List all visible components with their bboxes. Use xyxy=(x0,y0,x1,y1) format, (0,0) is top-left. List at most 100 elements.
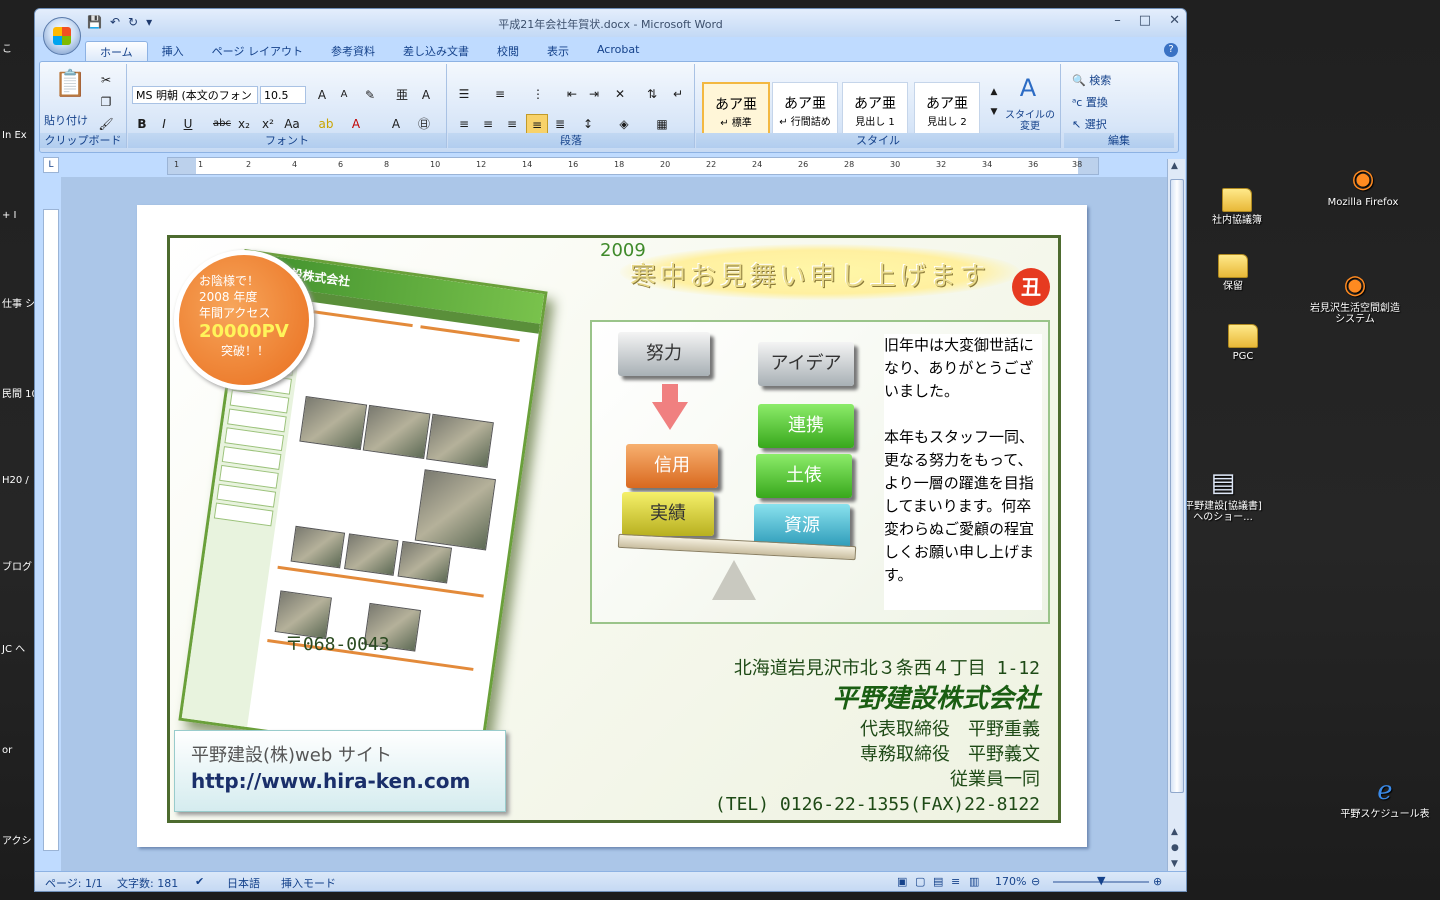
view-draft-icon[interactable]: ▥ xyxy=(969,875,979,888)
desktop-icon-label[interactable]: + I xyxy=(2,210,38,221)
styles-scroll-up-icon[interactable]: ▲ xyxy=(984,82,1004,102)
char-shading-icon[interactable]: A xyxy=(386,114,406,134)
multilevel-list-icon[interactable]: ⋮ xyxy=(528,84,548,104)
char-border-icon[interactable]: A xyxy=(416,85,436,105)
change-styles-button[interactable]: スタイルの変更 xyxy=(1004,110,1056,132)
increase-indent-icon[interactable]: ⇥ xyxy=(584,84,604,104)
desktop-icon-label[interactable]: 民間 1025 xyxy=(2,385,38,400)
office-button[interactable] xyxy=(43,17,81,55)
word-count[interactable]: 文字数: 181 xyxy=(117,875,178,891)
desktop-icon-label[interactable]: or xyxy=(2,745,38,756)
shrink-font-icon[interactable]: A xyxy=(334,85,354,105)
underline-icon[interactable]: U xyxy=(178,114,198,134)
tab-stop-selector[interactable]: L xyxy=(43,157,59,173)
tab-home[interactable]: ホーム xyxy=(85,41,148,62)
style-normal[interactable]: あア亜 ↵ 標準 xyxy=(702,82,770,140)
tab-page-layout[interactable]: ページ レイアウト xyxy=(198,41,317,61)
vertical-scrollbar[interactable]: ▲ ▲ ● ▼ xyxy=(1167,159,1185,873)
desktop-folder-horyu[interactable]: 保留 xyxy=(1188,254,1278,292)
superscript-icon[interactable]: x² xyxy=(258,114,278,134)
find-button[interactable]: 🔍 検索 xyxy=(1072,72,1111,88)
tab-mailings[interactable]: 差し込み文書 xyxy=(389,41,483,61)
desktop-icon-label[interactable]: アクシ xyxy=(2,832,38,847)
clear-format-icon[interactable]: ✎ xyxy=(360,85,380,105)
insert-mode[interactable]: 挿入モード xyxy=(281,875,336,891)
desktop-firefox[interactable]: ◉ Mozilla Firefox xyxy=(1318,164,1408,208)
shading-icon[interactable]: ◈ xyxy=(614,114,634,134)
grow-font-icon[interactable]: A xyxy=(312,85,332,105)
italic-icon[interactable]: I xyxy=(154,114,174,134)
desktop-word-shortcut[interactable]: ▤ 平野建設[協議書] へのショー... xyxy=(1178,468,1268,523)
desktop-iwamizawa-system[interactable]: ◉ 岩見沢生活空間創造システム xyxy=(1310,270,1400,325)
decrease-indent-icon[interactable]: ⇤ xyxy=(562,84,582,104)
change-case-icon[interactable]: Aa xyxy=(282,114,302,134)
view-full-screen-icon[interactable]: ▢ xyxy=(915,875,925,888)
page-count[interactable]: ページ: 1/1 xyxy=(45,875,103,891)
zoom-slider-thumb[interactable]: ▼ xyxy=(1097,874,1105,887)
scroll-up-icon[interactable]: ▲ xyxy=(1171,161,1178,171)
highlight-icon[interactable]: ab xyxy=(316,114,336,134)
distribute-icon[interactable]: ≣ xyxy=(550,114,570,134)
paste-button[interactable]: 貼り付け xyxy=(44,112,88,128)
paste-icon[interactable]: 📋 xyxy=(54,71,86,106)
align-right-icon[interactable]: ≡ xyxy=(502,114,522,134)
sort-icon[interactable]: ⇅ xyxy=(642,84,662,104)
show-marks-icon[interactable]: ↵ xyxy=(668,84,688,104)
help-icon[interactable]: ? xyxy=(1164,43,1178,57)
numbering-icon[interactable]: ≡ xyxy=(490,84,510,104)
bullets-icon[interactable]: ☰ xyxy=(454,84,474,104)
desktop-folder-pgc[interactable]: PGC xyxy=(1198,324,1288,362)
document-page[interactable]: 平野建設株式会社 お陰様で！ 2008 年度 年間アクセス 20000PV 突破… xyxy=(137,205,1087,847)
tab-references[interactable]: 参考資料 xyxy=(317,41,389,61)
tab-review[interactable]: 校閲 xyxy=(483,41,533,61)
vertical-ruler[interactable] xyxy=(43,209,59,851)
browse-object-icon[interactable]: ● xyxy=(1171,843,1179,853)
desktop-icon-label[interactable]: H20 / xyxy=(2,475,38,486)
desktop-folder-shanai[interactable]: 社内協議簿 xyxy=(1192,188,1282,226)
bold-icon[interactable]: B xyxy=(132,114,152,134)
style-heading-2[interactable]: あア亜 見出し 2 xyxy=(914,82,980,138)
document-area[interactable]: 平野建設株式会社 お陰様で！ 2008 年度 年間アクセス 20000PV 突破… xyxy=(61,177,1167,873)
zoom-in-icon[interactable]: ⊕ xyxy=(1153,875,1162,888)
scroll-thumb[interactable] xyxy=(1170,179,1184,793)
desktop-icon-label[interactable]: 仕事 ショ xyxy=(2,295,38,310)
language[interactable]: 日本語 xyxy=(227,875,260,891)
style-no-spacing[interactable]: あア亜 ↵ 行間詰め xyxy=(772,82,838,138)
styles-scroll-down-icon[interactable]: ▼ xyxy=(984,102,1004,122)
cut-icon[interactable]: ✂ xyxy=(96,70,116,90)
zoom-out-icon[interactable]: ⊖ xyxy=(1031,875,1040,888)
font-name-select[interactable]: MS 明朝 (本文のフォン xyxy=(132,86,258,104)
zoom-level[interactable]: 170% xyxy=(995,875,1026,888)
next-page-icon[interactable]: ▼ xyxy=(1171,859,1178,869)
strikethrough-icon[interactable]: abc xyxy=(212,114,232,134)
desktop-icon-label[interactable]: こ xyxy=(2,40,38,55)
enclose-char-icon[interactable]: ㊐ xyxy=(414,114,434,134)
view-web-icon[interactable]: ▤ xyxy=(933,875,943,888)
maximize-button[interactable]: □ xyxy=(1139,13,1151,28)
tab-insert[interactable]: 挿入 xyxy=(148,41,198,61)
subscript-icon[interactable]: x₂ xyxy=(234,114,254,134)
proofing-icon[interactable]: ✔ xyxy=(195,875,204,888)
copy-icon[interactable]: ❐ xyxy=(96,92,116,112)
previous-page-icon[interactable]: ▲ xyxy=(1171,827,1178,837)
borders-icon[interactable]: ▦ xyxy=(652,114,672,134)
view-outline-icon[interactable]: ≡ xyxy=(951,875,960,888)
change-styles-icon[interactable]: A xyxy=(1008,76,1048,106)
minimize-button[interactable]: – xyxy=(1114,13,1121,28)
view-print-layout-icon[interactable]: ▣ xyxy=(897,875,907,888)
align-left-icon[interactable]: ≡ xyxy=(454,114,474,134)
close-button[interactable]: ✕ xyxy=(1169,13,1180,28)
desktop-icon-label[interactable]: ブログ xyxy=(2,558,38,573)
tab-acrobat[interactable]: Acrobat xyxy=(583,41,653,61)
phonetic-guide-icon[interactable]: 亜 xyxy=(392,85,412,105)
select-button[interactable]: ↖ 選択 xyxy=(1072,116,1107,132)
asian-layout-icon[interactable]: ✕ xyxy=(610,84,630,104)
style-heading-1[interactable]: あア亜 見出し 1 xyxy=(842,82,908,138)
line-spacing-icon[interactable]: ↕ xyxy=(578,114,598,134)
align-center-icon[interactable]: ≡ xyxy=(478,114,498,134)
format-painter-icon[interactable]: 🖌 xyxy=(96,114,116,134)
desktop-icon-label[interactable]: JC へ xyxy=(2,640,38,655)
horizontal-ruler[interactable]: 1 1 2 4 6 8 10 12 14 16 18 20 22 24 26 2… xyxy=(167,157,1099,175)
font-size-select[interactable]: 10.5 xyxy=(260,86,306,104)
font-color-icon[interactable]: A xyxy=(346,114,366,134)
